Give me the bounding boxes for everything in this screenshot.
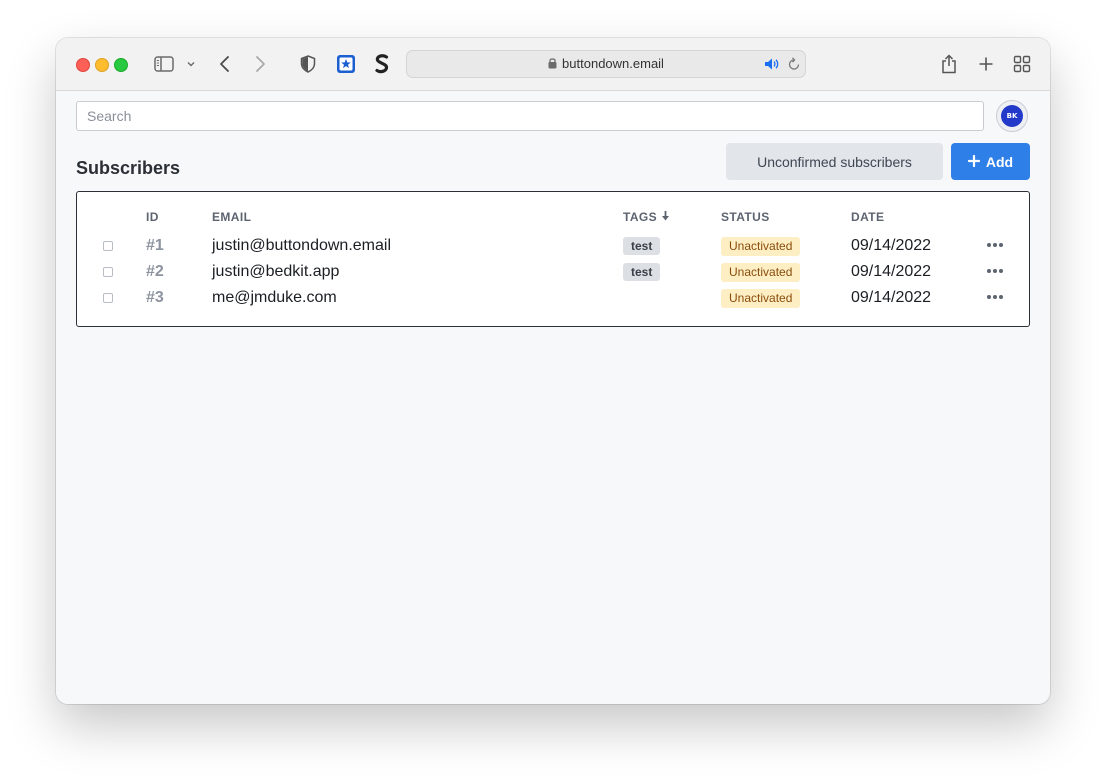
- more-horizontal-icon[interactable]: [987, 269, 1003, 273]
- reload-icon[interactable]: [787, 56, 801, 77]
- column-header-date[interactable]: DATE: [851, 210, 884, 224]
- url-text: buttondown.email: [562, 56, 664, 71]
- browser-window: buttondown.email Search BK Subscribers U…: [56, 38, 1050, 704]
- sidebar-icon[interactable]: [153, 53, 175, 75]
- speaker-icon[interactable]: [764, 57, 779, 76]
- close-window-button[interactable]: [76, 58, 90, 72]
- row-checkbox[interactable]: [103, 293, 113, 303]
- column-header-tags-label: TAGS: [623, 210, 658, 224]
- chevron-down-icon[interactable]: [184, 53, 198, 75]
- subscriber-email[interactable]: justin@bedkit.app: [212, 259, 339, 285]
- chevron-left-icon[interactable]: [215, 53, 235, 75]
- minimize-window-button[interactable]: [95, 58, 109, 72]
- column-header-id[interactable]: ID: [146, 210, 159, 224]
- avatar[interactable]: BK: [996, 100, 1028, 132]
- tag-badge: test: [623, 237, 661, 255]
- subscriber-email[interactable]: me@jmduke.com: [212, 285, 337, 311]
- browser-toolbar: buttondown.email: [56, 38, 1050, 91]
- plus-icon[interactable]: [975, 53, 997, 75]
- subscriber-id[interactable]: #2: [146, 259, 164, 285]
- table-row[interactable]: #3 me@jmduke.com Unactivated 09/14/2022: [77, 285, 1029, 311]
- unconfirmed-subscribers-button[interactable]: Unconfirmed subscribers: [726, 143, 943, 180]
- table-row[interactable]: #1 justin@buttondown.email test Unactiva…: [77, 233, 1029, 259]
- status-badge: Unactivated: [721, 237, 801, 256]
- address-bar[interactable]: buttondown.email: [406, 50, 806, 78]
- row-checkbox[interactable]: [103, 241, 113, 251]
- page-content: BK Subscribers Unconfirmed subscribers A…: [56, 91, 1050, 704]
- zoom-window-button[interactable]: [114, 58, 128, 72]
- column-header-status[interactable]: STATUS: [721, 210, 770, 224]
- more-horizontal-icon[interactable]: [987, 295, 1003, 299]
- plus-icon: [967, 154, 980, 170]
- subscriber-id[interactable]: #1: [146, 233, 164, 259]
- subscriber-date: 09/14/2022: [851, 263, 932, 280]
- more-horizontal-icon[interactable]: [987, 243, 1003, 247]
- s-extension-icon[interactable]: [372, 53, 392, 75]
- row-checkbox[interactable]: [103, 267, 113, 277]
- column-header-tags[interactable]: TAGS: [623, 210, 670, 224]
- subscriber-id[interactable]: #3: [146, 285, 164, 311]
- page-title: Subscribers: [76, 158, 181, 178]
- add-subscriber-button[interactable]: Add: [951, 143, 1030, 180]
- subscriber-email[interactable]: justin@buttondown.email: [212, 233, 391, 259]
- share-icon[interactable]: [938, 53, 960, 75]
- status-badge: Unactivated: [721, 289, 801, 308]
- address-url: buttondown.email: [407, 51, 805, 78]
- subscriber-date: 09/14/2022: [851, 289, 932, 306]
- lock-icon: [548, 52, 557, 78]
- privacy-shield-icon[interactable]: [298, 53, 318, 75]
- avatar-initials: BK: [1001, 105, 1023, 127]
- grid-icon[interactable]: [1011, 53, 1033, 75]
- subscriber-date: 09/14/2022: [851, 237, 932, 254]
- add-button-label: Add: [985, 153, 1014, 170]
- chevron-right-icon[interactable]: [250, 53, 270, 75]
- arrow-down-icon: [661, 210, 670, 224]
- table-row[interactable]: #2 justin@bedkit.app test Unactivated 09…: [77, 259, 1029, 285]
- subscribers-table: ID EMAIL TAGS STATUS DATE #1 justin@butt…: [76, 191, 1030, 327]
- search-input[interactable]: [76, 101, 984, 131]
- tag-badge: test: [623, 263, 661, 281]
- bookmark-extension-icon[interactable]: [335, 53, 357, 75]
- status-badge: Unactivated: [721, 263, 801, 282]
- column-header-email[interactable]: EMAIL: [212, 210, 251, 224]
